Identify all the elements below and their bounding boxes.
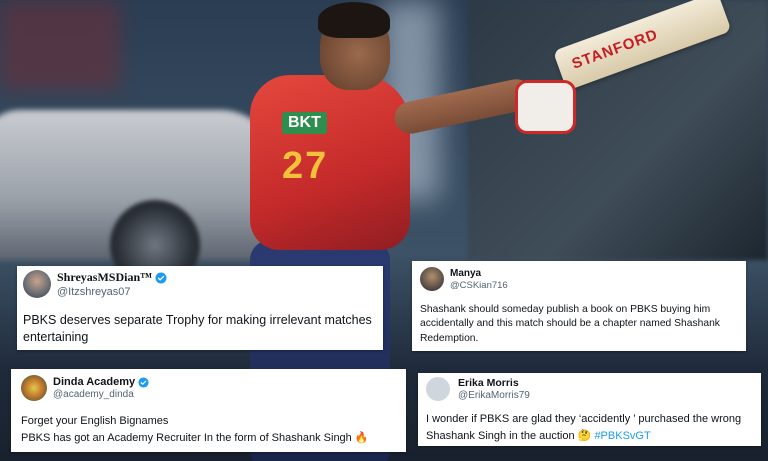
tweet-text: Shashank should someday publish a book o… — [420, 304, 720, 344]
batting-glove — [515, 80, 576, 134]
player-hair — [318, 2, 390, 38]
tweet-card[interactable]: Dinda Academy @academy_dinda Forget your… — [11, 369, 406, 452]
tweet-author: Erika Morris @ErikaMorris79 — [458, 377, 530, 401]
user-handle[interactable]: @ErikaMorris79 — [458, 390, 530, 401]
avatar[interactable] — [420, 267, 444, 291]
tweet-card[interactable]: Erika Morris @ErikaMorris79 I wonder if … — [418, 373, 761, 446]
user-handle[interactable]: @academy_dinda — [53, 389, 149, 400]
tweet-header: ShreyasMSDian™ @Itzshreyas07 — [23, 270, 167, 298]
display-name[interactable]: Dinda Academy — [53, 376, 135, 388]
tweet-text: I wonder if PBKS are glad they ‘accident… — [426, 413, 742, 442]
tweet-author: ShreyasMSDian™ @Itzshreyas07 — [57, 270, 167, 298]
tweet-header: Erika Morris @ErikaMorris79 — [426, 377, 530, 401]
tweet-text: PBKS deserves separate Trophy for making… — [23, 313, 372, 344]
tweet-header: Dinda Academy @academy_dinda — [21, 375, 149, 401]
tweet-text: Forget your English Bignames PBKS has go… — [21, 413, 401, 446]
tweet-card[interactable]: Manya @CSKian716 Shashank should someday… — [412, 261, 746, 351]
hashtag-link[interactable]: #PBKSvGT — [594, 430, 650, 442]
avatar[interactable] — [426, 377, 450, 401]
crowd-blur — [0, 0, 120, 90]
display-name[interactable]: Erika Morris — [458, 377, 519, 389]
jersey-sponsor: BKT — [282, 112, 327, 134]
player-jersey — [250, 75, 410, 250]
tweet-author: Dinda Academy @academy_dinda — [53, 376, 149, 400]
tweet-card[interactable]: ShreyasMSDian™ @Itzshreyas07 PBKS deserv… — [17, 266, 383, 350]
tweet-author: Manya @CSKian716 — [450, 268, 508, 291]
fire-emoji-icon: 🔥 — [354, 431, 369, 444]
avatar[interactable] — [23, 270, 51, 298]
user-handle[interactable]: @Itzshreyas07 — [57, 286, 167, 298]
jersey-number: 27 — [282, 145, 329, 187]
tweet-text-line: Forget your English Bignames — [21, 415, 169, 427]
user-handle[interactable]: @CSKian716 — [450, 280, 508, 291]
verified-badge-icon — [138, 376, 149, 388]
tweet-header: Manya @CSKian716 — [420, 267, 508, 291]
tweet-text-line: PBKS has got an Academy Recruiter In the… — [21, 431, 369, 444]
display-name[interactable]: ShreyasMSDian™ — [57, 270, 152, 285]
thinking-emoji-icon: 🤔 — [577, 429, 592, 442]
display-name[interactable]: Manya — [450, 268, 481, 279]
avatar[interactable] — [21, 375, 47, 401]
verified-badge-icon — [155, 272, 167, 283]
